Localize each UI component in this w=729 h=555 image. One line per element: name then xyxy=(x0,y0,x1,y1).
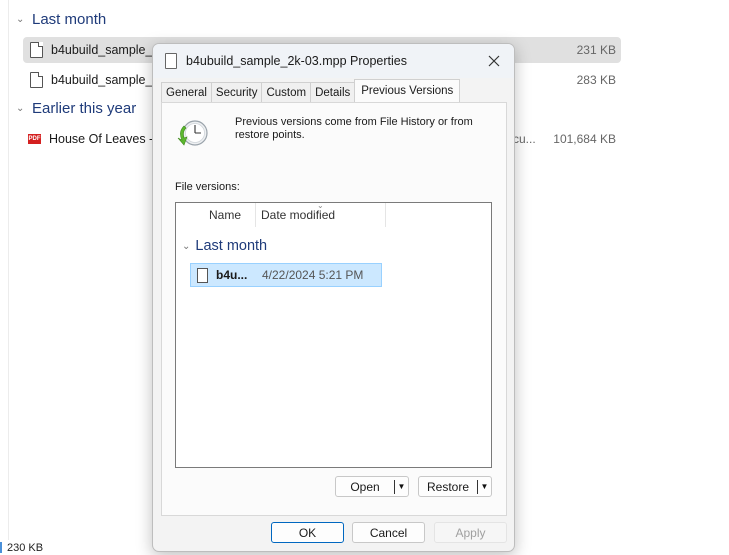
apply-button[interactable]: Apply xyxy=(434,522,507,543)
selection-size: 230 KB xyxy=(7,541,44,554)
file-icon xyxy=(197,267,208,283)
file-name: b4ubuild_sample_2k xyxy=(51,43,166,57)
file-versions-list[interactable]: Name Date modified ⌄ ⌄ Last month b4u...… xyxy=(175,201,492,468)
pdf-icon: PDF xyxy=(28,134,41,144)
file-name: House Of Leaves -- xyxy=(49,132,158,146)
version-date: 4/22/2024 5:21 PM xyxy=(262,268,364,282)
info-text: Previous versions come from File History… xyxy=(235,116,473,141)
restore-split-button[interactable]: Restore ▼ xyxy=(418,476,492,497)
ok-button[interactable]: OK xyxy=(271,522,344,543)
file-icon xyxy=(30,42,43,58)
cancel-button[interactable]: Cancel xyxy=(352,522,425,543)
dropdown-arrow-icon[interactable]: ▼ xyxy=(478,482,491,491)
file-versions-label: File versions: xyxy=(175,181,240,193)
open-button[interactable]: Open xyxy=(336,480,394,494)
chevron-down-icon: ⌄ xyxy=(16,102,25,114)
chevron-down-icon: ⌄ xyxy=(16,13,25,25)
file-name: b4ubuild_sample_07 xyxy=(51,73,167,87)
open-split-button[interactable]: Open ▼ xyxy=(335,476,409,497)
tab-previous-versions[interactable]: Previous Versions xyxy=(354,79,461,102)
dialog-titlebar[interactable]: b4ubuild_sample_2k-03.mpp Properties xyxy=(153,44,514,78)
list-group-header[interactable]: ⌄ Last month xyxy=(182,238,267,254)
close-icon xyxy=(488,55,500,67)
dialog-title: b4ubuild_sample_2k-03.mpp Properties xyxy=(186,54,407,68)
dropdown-arrow-icon[interactable]: ▼ xyxy=(395,482,408,491)
tab-details[interactable]: Details xyxy=(310,82,356,102)
tab-security[interactable]: Security xyxy=(210,82,263,102)
status-marker xyxy=(0,542,2,553)
file-size: 101,684 KB xyxy=(553,132,616,146)
tab-general[interactable]: General xyxy=(161,82,212,102)
file-size: 231 KB xyxy=(576,43,616,57)
list-item[interactable]: b4u... 4/22/2024 5:21 PM xyxy=(190,263,382,287)
previous-versions-panel: Previous versions come from File History… xyxy=(161,102,507,516)
group-header-earlier-this-year[interactable]: ⌄ Earlier this year xyxy=(16,100,136,117)
restore-button[interactable]: Restore xyxy=(419,480,477,494)
group-label: Earlier this year xyxy=(32,100,137,117)
navigation-pane-edge xyxy=(0,0,9,540)
chevron-down-icon: ⌄ xyxy=(182,240,191,252)
list-header: Name Date modified ⌄ xyxy=(176,201,491,229)
version-name: b4u... xyxy=(216,268,248,282)
status-bar: 230 KB xyxy=(0,540,43,555)
group-header-last-month[interactable]: ⌄ Last month xyxy=(16,11,106,28)
column-header-name[interactable]: Name xyxy=(176,203,256,227)
close-button[interactable] xyxy=(482,49,506,73)
file-icon xyxy=(165,53,177,69)
properties-dialog: b4ubuild_sample_2k-03.mpp Properties Gen… xyxy=(152,43,515,552)
tab-bar: General Security Custom Details Previous… xyxy=(161,79,461,102)
sort-chevron-icon: ⌄ xyxy=(317,201,324,210)
tab-custom[interactable]: Custom xyxy=(261,82,312,102)
group-label: Last month xyxy=(32,11,107,28)
file-type-truncated: cu... xyxy=(513,132,536,146)
restore-clock-icon xyxy=(177,120,208,146)
file-size: 283 KB xyxy=(576,73,616,87)
file-icon xyxy=(30,72,43,88)
